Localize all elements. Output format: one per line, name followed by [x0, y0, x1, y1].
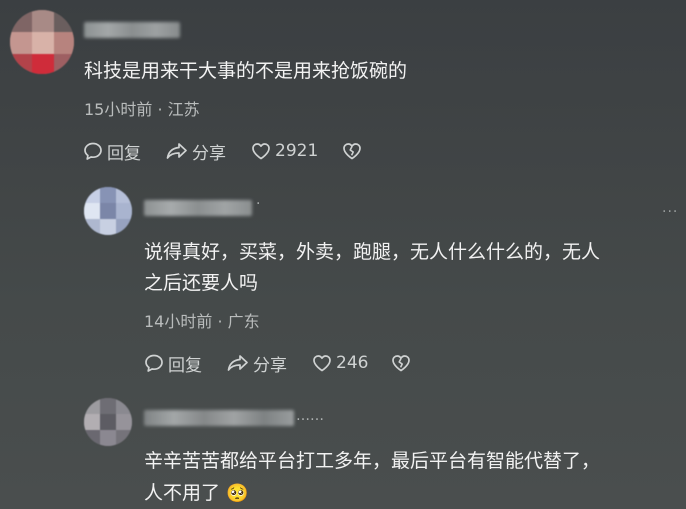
username[interactable] — [84, 22, 180, 38]
comment-text-line2: 人不用了 🥺 — [144, 478, 248, 509]
heart-icon — [313, 355, 331, 372]
username[interactable] — [144, 410, 294, 426]
share-button[interactable]: 分享 — [226, 351, 287, 376]
comment-text-line2: 之后还要人吗 — [144, 272, 259, 294]
dislike-button[interactable] — [390, 351, 415, 375]
dislike-button[interactable] — [341, 139, 366, 163]
share-label: 分享 — [192, 143, 226, 164]
comment-text-line1: 说得真好，买菜，外卖，跑腿，无人什么什么的，无人 — [144, 241, 601, 263]
comment-text-line1: 辛辛苦苦都给平台打工多年，最后平台有智能代替了， — [144, 450, 601, 472]
comment-text-line2-text: 人不用了 — [144, 482, 221, 504]
pleading-face-emoji: 🥺 — [226, 483, 249, 504]
comment-meta: 15小时前 · 江苏 — [84, 100, 200, 119]
share-arrow-icon — [166, 143, 187, 159]
share-button[interactable]: 分享 — [165, 139, 226, 164]
like-count: 246 — [336, 353, 369, 373]
username-ellipsis: …… — [296, 408, 324, 424]
like-button[interactable]: 2921 — [250, 139, 318, 163]
more-dots-icon[interactable]: ··· — [662, 204, 678, 220]
reply-button[interactable]: 回复 — [143, 351, 202, 376]
avatar[interactable] — [10, 10, 74, 74]
broken-heart-icon — [343, 143, 361, 160]
avatar[interactable] — [84, 398, 132, 446]
username-dot: · — [256, 196, 261, 212]
reply-button[interactable]: 回复 — [82, 139, 141, 164]
avatar[interactable] — [84, 187, 132, 235]
heart-icon — [252, 143, 270, 160]
share-arrow-icon — [227, 355, 248, 371]
reply-label: 回复 — [107, 143, 141, 164]
username[interactable] — [144, 200, 252, 216]
broken-heart-icon — [392, 355, 410, 372]
reply-bubble-icon — [84, 142, 102, 160]
reply-label: 回复 — [168, 355, 202, 376]
comment-text: 科技是用来干大事的不是用来抢饭碗的 — [84, 60, 408, 82]
like-count: 2921 — [275, 141, 319, 161]
share-label: 分享 — [253, 355, 287, 376]
reply-bubble-icon — [145, 354, 163, 372]
comment-meta: 14小时前 · 广东 — [144, 312, 260, 331]
like-button[interactable]: 246 — [311, 351, 368, 375]
